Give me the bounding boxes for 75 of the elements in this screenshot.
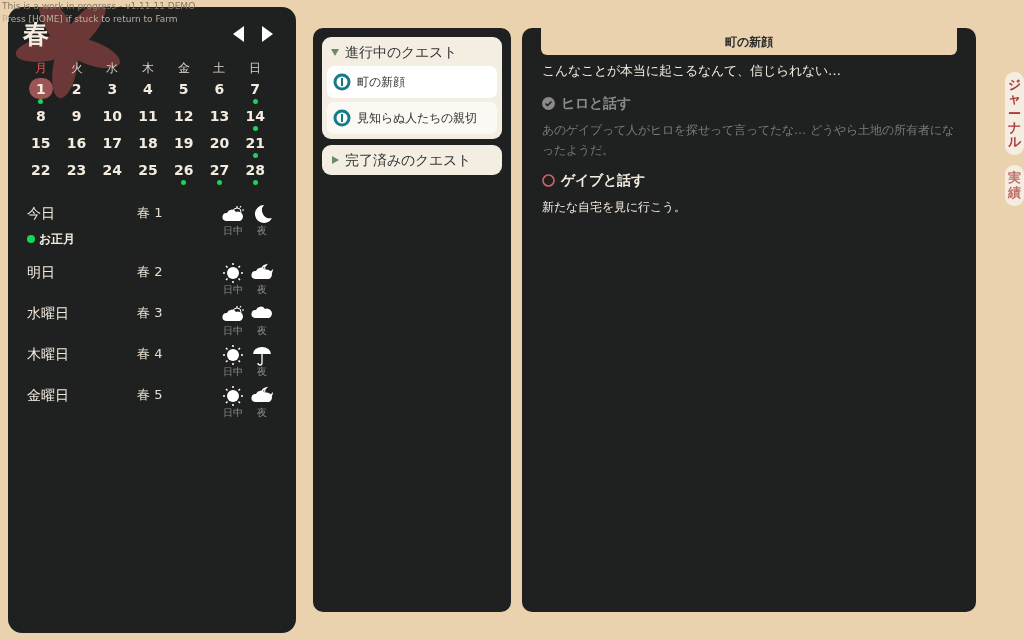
day-label: 明日 bbox=[27, 263, 56, 282]
day-label: 木曜日 bbox=[27, 345, 70, 364]
date-label: 春 5 bbox=[137, 386, 164, 404]
objective-title: ヒロと話す bbox=[561, 93, 631, 113]
weekday-label: 水 bbox=[106, 60, 119, 77]
weekday-label: 月 bbox=[34, 60, 47, 77]
calendar-day[interactable]: 23 bbox=[64, 159, 89, 180]
quest-item[interactable]: 町の新顔 bbox=[327, 66, 497, 98]
calendar-day[interactable]: 14 bbox=[243, 105, 268, 126]
weekday-label: 土 bbox=[213, 60, 226, 77]
quest-icon bbox=[333, 109, 351, 127]
calendar-day[interactable]: 2 bbox=[64, 78, 89, 99]
calendar-day[interactable]: 20 bbox=[207, 132, 232, 153]
season-title: 春 bbox=[23, 21, 49, 47]
quest-intro-text: こんなことが本当に起こるなんて、信じられない… bbox=[542, 62, 842, 80]
time-label: 夜 bbox=[257, 366, 268, 377]
section-header[interactable]: 完了済みのクエスト bbox=[327, 150, 497, 170]
weekday-label: 火 bbox=[70, 60, 83, 77]
weather-icon bbox=[221, 344, 244, 366]
weather-icon bbox=[251, 344, 274, 366]
calendar-day[interactable]: 6 bbox=[207, 78, 232, 99]
time-label: 日中 bbox=[222, 284, 243, 295]
calendar-day[interactable]: 13 bbox=[207, 105, 232, 126]
next-arrow-icon[interactable] bbox=[259, 25, 275, 43]
calendar-day[interactable]: 4 bbox=[136, 78, 160, 99]
previous-arrow-icon[interactable] bbox=[231, 25, 247, 43]
calendar-day[interactable]: 3 bbox=[100, 78, 125, 99]
time-label: 夜 bbox=[257, 325, 268, 336]
weather-icon bbox=[221, 385, 244, 407]
date-label: 春 1 bbox=[137, 204, 164, 222]
day-label: 今日 bbox=[27, 204, 56, 223]
calendar-day[interactable]: 24 bbox=[100, 159, 125, 180]
quest-icon bbox=[333, 73, 351, 91]
calendar-day[interactable]: 11 bbox=[136, 105, 160, 126]
calendar-day[interactable]: 27 bbox=[207, 159, 232, 180]
date-label: 春 2 bbox=[137, 263, 164, 281]
calendar-day[interactable]: 15 bbox=[28, 132, 53, 153]
time-label: 夜 bbox=[257, 407, 268, 418]
calendar-day[interactable]: 8 bbox=[28, 105, 53, 126]
calendar-day[interactable]: 19 bbox=[171, 132, 196, 153]
calendar-day[interactable]: 1 bbox=[28, 78, 53, 99]
calendar-day[interactable]: 12 bbox=[171, 105, 196, 126]
calendar-day[interactable]: 10 bbox=[100, 105, 125, 126]
calendar-day[interactable]: 21 bbox=[243, 132, 268, 153]
weekday-label: 金 bbox=[177, 60, 190, 77]
calendar-day[interactable]: 26 bbox=[171, 159, 196, 180]
section-header[interactable]: 進行中のクエスト bbox=[327, 42, 497, 62]
time-label: 夜 bbox=[257, 225, 268, 236]
calendar-day[interactable]: 7 bbox=[243, 78, 268, 99]
side-tab[interactable]: ジャーナル bbox=[1005, 72, 1024, 156]
weather-icon bbox=[221, 262, 244, 284]
time-label: 日中 bbox=[222, 325, 243, 336]
calendar-day[interactable]: 28 bbox=[243, 159, 268, 180]
time-label: 日中 bbox=[222, 407, 243, 418]
objective-text: あのゲイブって人がヒロを探せって言ってたな… どうやら土地の所有者になったようだ。 bbox=[542, 121, 955, 159]
date-label: 春 4 bbox=[137, 345, 164, 363]
day-label: 水曜日 bbox=[27, 304, 70, 323]
calendar-day[interactable]: 25 bbox=[136, 159, 160, 180]
calendar-day[interactable]: 17 bbox=[100, 132, 125, 153]
time-label: 夜 bbox=[257, 284, 268, 295]
weekday-label: 木 bbox=[142, 60, 154, 77]
calendar-day[interactable]: 16 bbox=[64, 132, 89, 153]
weekday-label: 日 bbox=[249, 60, 262, 77]
quest-item[interactable]: 見知らぬ人たちの親切 bbox=[327, 102, 497, 134]
calendar-day[interactable]: 22 bbox=[28, 159, 53, 180]
calendar-day[interactable]: 5 bbox=[171, 78, 196, 99]
calendar-day[interactable]: 9 bbox=[64, 105, 89, 126]
time-label: 日中 bbox=[222, 225, 243, 236]
objective-title: ゲイブと話す bbox=[561, 170, 645, 190]
objective-text: 新たな自宅を見に行こう。 bbox=[542, 198, 687, 216]
date-label: 春 3 bbox=[137, 304, 164, 322]
calendar-day[interactable]: 18 bbox=[136, 132, 160, 153]
time-label: 日中 bbox=[222, 366, 243, 377]
day-label: 金曜日 bbox=[27, 386, 70, 405]
event-label: お正月 bbox=[39, 231, 75, 248]
